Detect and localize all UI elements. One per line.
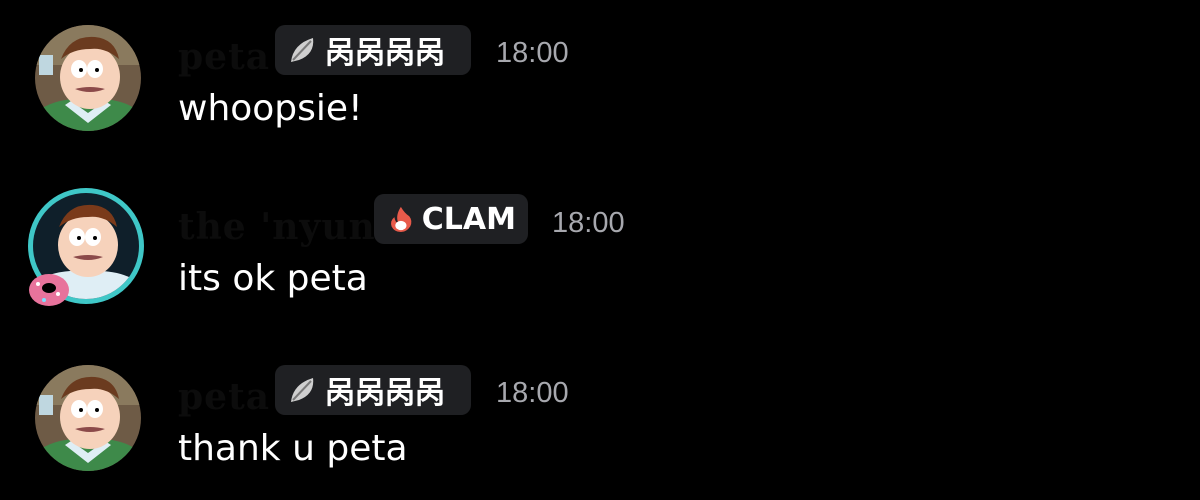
server-tag[interactable]: 呙呙呙呙 xyxy=(275,365,471,415)
leaf-icon xyxy=(291,378,314,402)
donut-decoration-icon xyxy=(29,274,69,306)
cartoon-man-avatar-image xyxy=(35,365,141,471)
server-tag-label: 呙呙呙呙 xyxy=(325,376,445,411)
chat-message: peta 呙呙呙呙 18:00 thank u peta xyxy=(0,340,1200,490)
timestamp[interactable]: 18:00 xyxy=(552,207,625,240)
flame-icon xyxy=(391,206,412,233)
server-tag-label: 呙呙呙呙 xyxy=(325,36,445,71)
server-tag[interactable]: 呙呙呙呙 xyxy=(275,25,471,75)
message-text: its ok peta xyxy=(178,258,368,299)
leaf-icon xyxy=(291,38,314,62)
username[interactable]: peta xyxy=(178,36,270,78)
username[interactable]: peta xyxy=(178,376,270,418)
chat-message: the 'nyun CLAM 18:00 its ok peta xyxy=(0,170,1200,320)
server-tag[interactable]: CLAM xyxy=(374,194,528,244)
username[interactable]: the 'nyun xyxy=(178,206,376,248)
avatar[interactable] xyxy=(35,365,141,471)
timestamp[interactable]: 18:00 xyxy=(496,37,569,70)
chat-message: peta 呙呙呙呙 18:00 whoopsie! xyxy=(0,0,1200,150)
message-text: thank u peta xyxy=(178,428,408,469)
avatar[interactable] xyxy=(35,25,141,131)
cartoon-man-avatar-image xyxy=(35,25,141,131)
message-text: whoopsie! xyxy=(178,88,363,129)
timestamp[interactable]: 18:00 xyxy=(496,377,569,410)
server-tag-label: CLAM xyxy=(421,201,516,237)
